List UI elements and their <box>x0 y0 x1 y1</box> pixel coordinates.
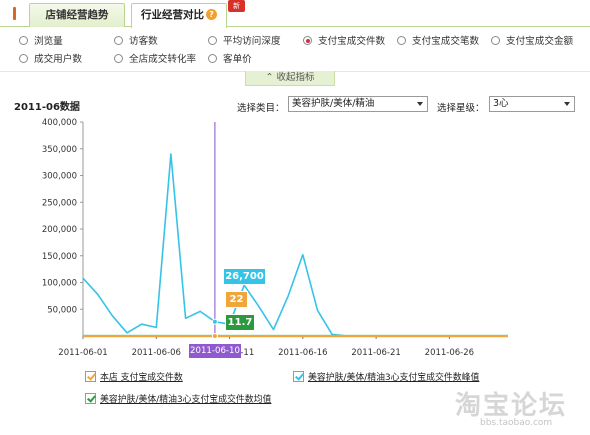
y-tick-label: 50,000 <box>47 305 77 315</box>
x-tick-label: 2011-06-16 <box>278 348 327 358</box>
legend-label: 本店 支付宝成交件数 <box>100 373 183 383</box>
peak-series-line <box>82 153 508 337</box>
x-tick-label: 2011-06-21 <box>351 348 400 358</box>
checkbox-icon[interactable] <box>85 371 96 382</box>
checkbox-icon[interactable] <box>85 393 96 404</box>
legend-label: 美容护肤/美体/精油3心支付宝成交件数峰值 <box>308 373 480 383</box>
watermark-url: bbs.taobao.com <box>480 418 553 428</box>
y-tick-label: 200,000 <box>42 225 77 235</box>
legend-item-store[interactable]: 本店 支付宝成交件数 <box>85 371 183 385</box>
y-tick-label: 400,000 <box>42 118 77 128</box>
hover-point <box>211 318 218 325</box>
tooltip-avg-value: 11.7 <box>225 314 255 331</box>
y-tick-label: 250,000 <box>42 198 77 208</box>
y-tick-label: 300,000 <box>42 172 77 182</box>
watermark-logo: 淘宝论坛 <box>455 391 568 421</box>
tooltip-date: 2011-06-10 <box>189 344 241 358</box>
y-tick-label: 100,000 <box>42 279 77 289</box>
line-chart: 50,000 100,000 150,000 200,000 250,000 300,00… <box>42 118 508 358</box>
hover-point <box>211 332 218 339</box>
y-tick-label: 150,000 <box>42 252 77 262</box>
x-tick-label: 2011-06-26 <box>425 348 474 358</box>
legend-item-peak[interactable]: 美容护肤/美体/精油3心支付宝成交件数峰值 <box>293 371 479 385</box>
tooltip-peak-value: 26,700 <box>223 268 266 285</box>
y-tick-label: 350,000 <box>42 145 77 155</box>
checkbox-icon[interactable] <box>293 371 304 382</box>
legend-label: 美容护肤/美体/精油3心支付宝成交件数均值 <box>100 395 272 405</box>
legend-item-avg[interactable]: 美容护肤/美体/精油3心支付宝成交件数均值 <box>85 393 271 407</box>
tooltip-store-value: 22 <box>225 291 248 308</box>
x-tick-label: 2011-06-01 <box>58 348 107 358</box>
x-tick-label: 2011-06-06 <box>132 348 181 358</box>
